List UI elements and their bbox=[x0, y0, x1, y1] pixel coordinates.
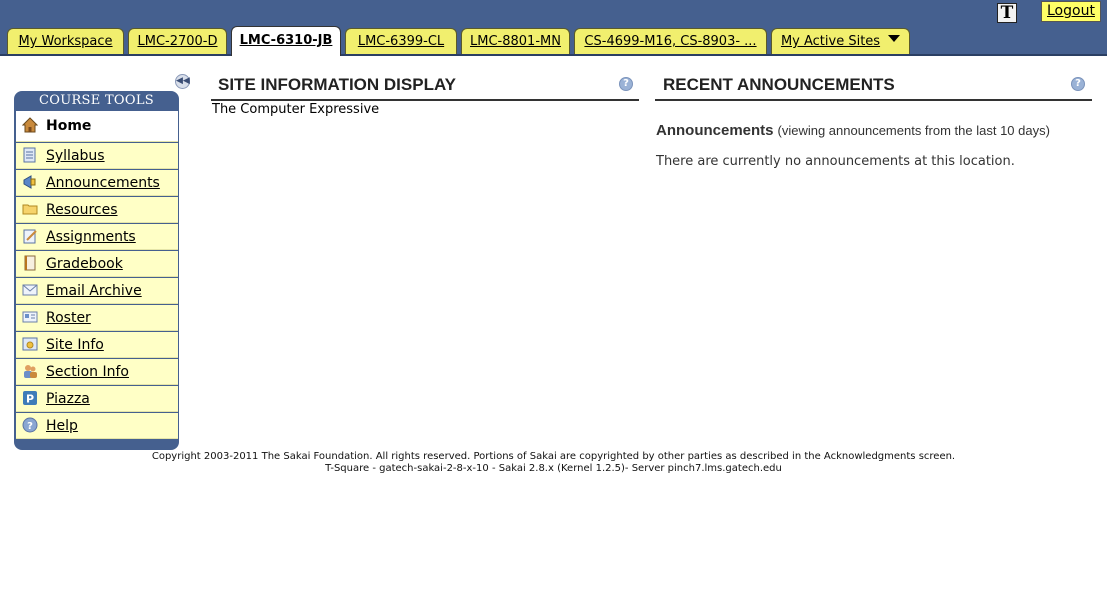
announcements-heading-text: Announcements bbox=[656, 122, 774, 139]
tool-label-assignments: Assignments bbox=[46, 229, 136, 245]
footer-server-info: T-Square - gatech-sakai-2-8-x-10 - Sakai… bbox=[325, 463, 782, 474]
tool-list: Home Syllabus Announcements Resources As… bbox=[16, 111, 178, 440]
collapse-menu-button[interactable]: ◀◀ bbox=[175, 74, 190, 89]
caret-down-icon bbox=[888, 35, 901, 42]
tool-label-site-info: Site Info bbox=[46, 337, 104, 353]
site-info-icon bbox=[22, 337, 38, 351]
tab-lmc-6399-cl[interactable]: LMC-6399-CL bbox=[345, 28, 457, 54]
tool-item-piazza[interactable]: P Piazza bbox=[16, 386, 178, 412]
tool-item-site-info[interactable]: Site Info bbox=[16, 332, 178, 358]
tool-label-email-archive: Email Archive bbox=[46, 283, 142, 299]
home-icon bbox=[22, 117, 38, 133]
help-icon: ? bbox=[22, 417, 38, 433]
logout-button[interactable]: Logout bbox=[1041, 1, 1101, 22]
tool-label-piazza: Piazza bbox=[46, 391, 90, 407]
announcements-heading: Announcements (viewing announcements from… bbox=[656, 122, 1050, 139]
footer-copyright: Copyright 2003-2011 The Sakai Foundation… bbox=[151, 451, 956, 462]
tool-item-announcements[interactable]: Announcements bbox=[16, 170, 178, 196]
announcements-empty-message: There are currently no announcements at … bbox=[656, 154, 1015, 169]
site-info-divider bbox=[211, 99, 639, 101]
tool-item-syllabus[interactable]: Syllabus bbox=[16, 143, 178, 169]
tab-my-active-sites[interactable]: My Active Sites bbox=[771, 28, 910, 54]
tab-lmc-2700-d[interactable]: LMC-2700-D bbox=[128, 28, 227, 54]
announcements-help-icon[interactable]: ? bbox=[1071, 77, 1085, 91]
tool-label-gradebook: Gradebook bbox=[46, 256, 123, 272]
svg-text:P: P bbox=[26, 393, 34, 406]
roster-icon bbox=[22, 311, 38, 323]
text-only-toggle-button[interactable]: T bbox=[997, 3, 1017, 23]
tab-lmc-8801-mn[interactable]: LMC-8801-MN bbox=[461, 28, 570, 54]
double-chevron-left-icon: ◀◀ bbox=[176, 76, 190, 86]
tool-item-section-info[interactable]: Section Info bbox=[16, 359, 178, 385]
footer: Copyright 2003-2011 The Sakai Foundation… bbox=[0, 451, 1107, 475]
tool-label-syllabus: Syllabus bbox=[46, 148, 105, 164]
svg-text:?: ? bbox=[27, 421, 33, 432]
people-icon bbox=[24, 365, 37, 378]
tool-label-announcements: Announcements bbox=[46, 175, 160, 191]
gradebook-icon bbox=[24, 255, 36, 271]
tab-lmc-6310-jb[interactable]: LMC-6310-JB bbox=[231, 26, 341, 56]
tool-item-resources[interactable]: Resources bbox=[16, 197, 178, 223]
announcements-divider bbox=[655, 99, 1092, 101]
announcements-subheading: (viewing announcements from the last 10 … bbox=[777, 123, 1050, 138]
assignment-icon bbox=[23, 229, 37, 244]
tool-item-home[interactable]: Home bbox=[16, 111, 178, 142]
tab-cs-4699-m16[interactable]: CS-4699-M16, CS-8903- ... bbox=[574, 28, 767, 54]
tool-item-gradebook[interactable]: Gradebook bbox=[16, 251, 178, 277]
folder-icon bbox=[22, 204, 38, 215]
site-description: The Computer Expressive bbox=[212, 102, 380, 117]
tool-item-assignments[interactable]: Assignments bbox=[16, 224, 178, 250]
tab-my-workspace[interactable]: My Workspace bbox=[7, 28, 124, 54]
site-info-title: SITE INFORMATION DISPLAY bbox=[218, 75, 457, 94]
announcements-title: RECENT ANNOUNCEMENTS bbox=[663, 75, 895, 94]
megaphone-icon bbox=[23, 175, 36, 189]
site-header: T Logout My Workspace LMC-2700-D LMC-631… bbox=[0, 0, 1107, 56]
envelope-icon bbox=[22, 284, 38, 296]
piazza-icon: P bbox=[23, 391, 37, 406]
tool-item-email-archive[interactable]: Email Archive bbox=[16, 278, 178, 304]
course-tools-title: COURSE TOOLS bbox=[38, 93, 154, 108]
site-info-help-icon[interactable]: ? bbox=[619, 77, 633, 91]
tool-label-roster: Roster bbox=[46, 310, 91, 326]
tool-item-roster[interactable]: Roster bbox=[16, 305, 178, 331]
course-tools-menu: COURSE TOOLS Home Syllabus Announcements bbox=[14, 91, 179, 450]
tool-label-section-info: Section Info bbox=[46, 364, 129, 380]
tool-label-home: Home bbox=[46, 118, 92, 134]
tool-item-help[interactable]: ? Help bbox=[16, 413, 178, 439]
my-active-sites-label: My Active Sites bbox=[780, 34, 881, 49]
tool-label-help: Help bbox=[46, 418, 78, 434]
tool-label-resources: Resources bbox=[46, 202, 118, 218]
syllabus-icon bbox=[23, 147, 36, 163]
